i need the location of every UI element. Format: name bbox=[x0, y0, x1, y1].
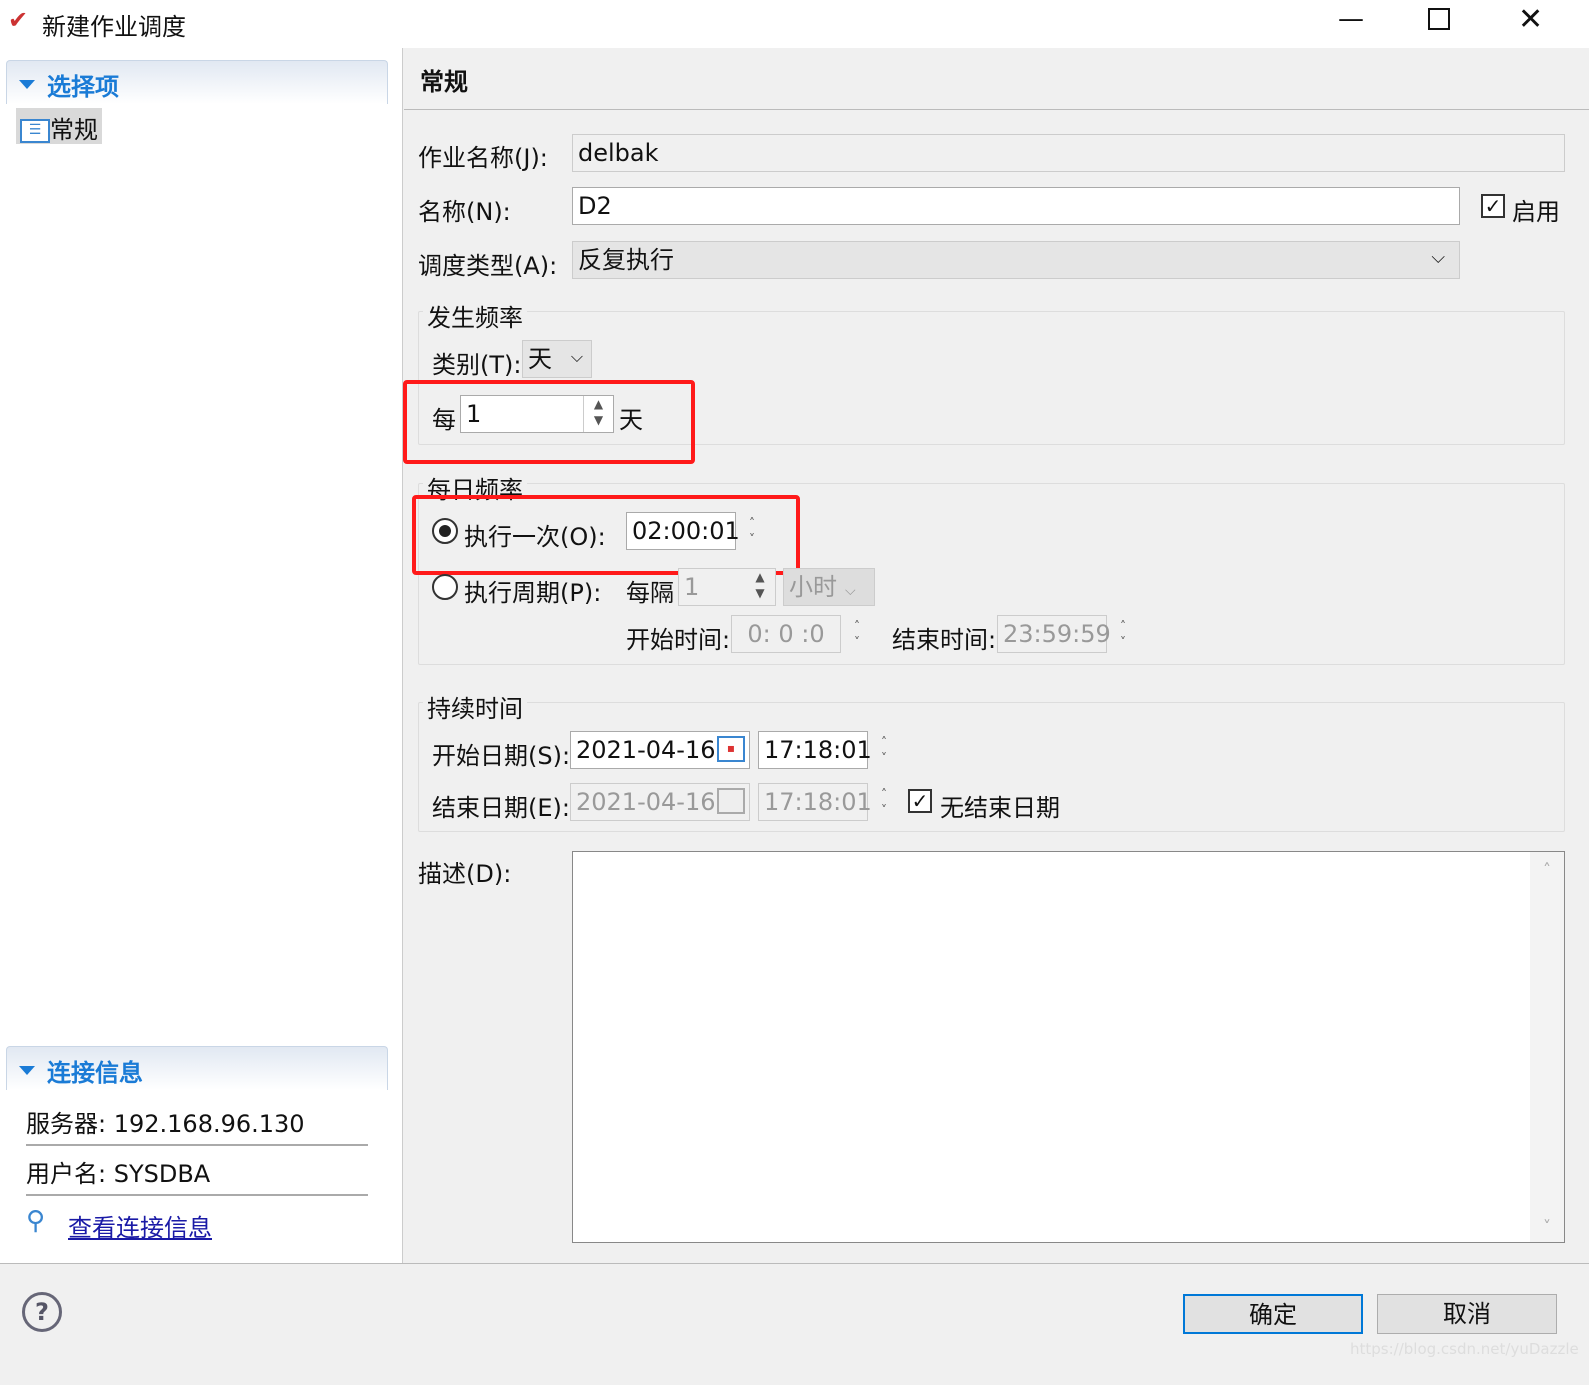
section-title: 连接信息 bbox=[47, 1059, 143, 1087]
scrollbar[interactable]: ˄ ˅ bbox=[1530, 852, 1564, 1242]
ok-button[interactable]: 确定 bbox=[1183, 1294, 1363, 1334]
interval-unit-value: 小时 bbox=[789, 573, 837, 601]
start-time-label: 开始时间: bbox=[626, 626, 731, 654]
help-icon[interactable]: ? bbox=[22, 1292, 62, 1332]
name-field[interactable]: D2 bbox=[572, 187, 1460, 225]
chevron-down-icon: ⌵ bbox=[845, 583, 856, 599]
connection-icon: ⚲ bbox=[26, 1206, 46, 1236]
chevron-down-icon: ⌵ bbox=[1431, 247, 1445, 268]
end-time-field[interactable]: 23:59:59 bbox=[997, 615, 1111, 653]
end-date-field[interactable]: 2021-04-16 bbox=[570, 783, 750, 821]
start-date-label: 开始日期(S): bbox=[432, 742, 571, 770]
spinner-arrows-icon[interactable]: ˄ ˅ bbox=[1108, 618, 1138, 650]
frequency-title: 发生频率 bbox=[423, 298, 527, 333]
type-label: 调度类型(A): bbox=[418, 252, 558, 280]
window-title: 新建作业调度 bbox=[42, 13, 186, 41]
job-schedule-icon: ✔ bbox=[8, 6, 29, 34]
interval-unit-select[interactable]: 小时 ⌵ bbox=[783, 568, 875, 606]
end-time-label: 结束时间: bbox=[892, 626, 997, 654]
start-time-field[interactable]: 0: 0 :0 bbox=[731, 615, 841, 653]
category-select[interactable]: 天 ⌵ bbox=[522, 340, 592, 378]
interval-label: 每隔 bbox=[626, 579, 674, 607]
close-button[interactable]: ✕ bbox=[1518, 2, 1543, 37]
highlight-box bbox=[403, 380, 695, 464]
end-time-field[interactable]: 17:18:01 bbox=[758, 783, 872, 821]
server-info: 服务器: 192.168.96.130 bbox=[26, 1104, 368, 1146]
sidebar-item-general[interactable]: ☰ 常规 bbox=[16, 108, 102, 144]
page-header: 常规 bbox=[404, 48, 1589, 110]
chevron-down-icon: ⌵ bbox=[570, 347, 583, 366]
maximize-button[interactable] bbox=[1428, 8, 1450, 30]
schedule-type-value: 反复执行 bbox=[578, 246, 674, 274]
options-section-header[interactable]: 选择项 bbox=[6, 60, 388, 104]
name-label: 名称(N): bbox=[418, 198, 511, 226]
page-title: 常规 bbox=[420, 68, 468, 96]
collapse-icon bbox=[19, 80, 35, 89]
end-date-label: 结束日期(E): bbox=[432, 794, 570, 822]
start-date-field[interactable]: 2021-04-16 ▪ bbox=[570, 731, 750, 769]
calendar-icon[interactable]: ▪ bbox=[717, 736, 745, 762]
category-value: 天 bbox=[528, 345, 552, 373]
sidebar-item-label: 常规 bbox=[50, 116, 98, 144]
description-label: 描述(D): bbox=[418, 860, 512, 888]
period-label: 执行周期(P): bbox=[464, 579, 602, 607]
user-info: 用户名: SYSDBA bbox=[26, 1154, 368, 1196]
scroll-down-icon[interactable]: ˅ bbox=[1530, 1217, 1564, 1236]
connection-section-header[interactable]: 连接信息 bbox=[6, 1046, 388, 1090]
start-date-value: 2021-04-16 bbox=[576, 736, 716, 764]
job-name-label: 作业名称(J): bbox=[418, 144, 548, 172]
spinner-arrows-icon[interactable]: ˄ ˅ bbox=[869, 734, 899, 766]
interval-value: 1 bbox=[684, 573, 700, 601]
section-title: 选择项 bbox=[47, 73, 119, 101]
highlight-box bbox=[412, 495, 800, 575]
minimize-button[interactable]: — bbox=[1338, 4, 1364, 34]
divider bbox=[0, 1263, 1589, 1264]
spinner-arrows-icon[interactable]: ˄ ˅ bbox=[869, 786, 899, 818]
enable-checkbox[interactable]: ✓ bbox=[1481, 194, 1505, 218]
description-textarea[interactable]: ˄ ˅ bbox=[572, 851, 1565, 1243]
scroll-up-icon[interactable]: ˄ bbox=[1530, 860, 1564, 879]
calendar-icon[interactable] bbox=[717, 788, 745, 814]
sidebar: 选择项 ☰ 常规 连接信息 服务器: 192.168.96.130 用户名: SY… bbox=[0, 48, 403, 1263]
no-end-date-checkbox[interactable]: ✓ bbox=[908, 789, 932, 813]
cancel-button[interactable]: 取消 bbox=[1377, 1294, 1557, 1334]
category-label: 类别(T): bbox=[432, 351, 522, 379]
start-time-field[interactable]: 17:18:01 bbox=[758, 731, 872, 769]
job-name-field: delbak bbox=[572, 134, 1565, 172]
title-bar: ✔ 新建作业调度 — ✕ bbox=[0, 0, 1589, 48]
list-icon: ☰ bbox=[20, 119, 50, 143]
duration-title: 持续时间 bbox=[423, 689, 527, 724]
enable-label: 启用 bbox=[1512, 198, 1560, 226]
watermark: https://blog.csdn.net/yuDazzle bbox=[1350, 1340, 1579, 1358]
schedule-type-select[interactable]: 反复执行 ⌵ bbox=[572, 241, 1460, 279]
end-date-value: 2021-04-16 bbox=[576, 788, 716, 816]
spinner-arrows-icon[interactable]: ˄ ˅ bbox=[842, 618, 872, 650]
interval-stepper[interactable]: 1 ▲ ▼ bbox=[678, 568, 776, 606]
view-connection-link[interactable]: 查看连接信息 bbox=[68, 1208, 212, 1243]
spinner-arrows-icon[interactable]: ▲ ▼ bbox=[745, 569, 775, 605]
period-radio[interactable] bbox=[432, 574, 458, 600]
collapse-icon bbox=[19, 1066, 35, 1075]
no-end-date-label: 无结束日期 bbox=[940, 794, 1060, 822]
